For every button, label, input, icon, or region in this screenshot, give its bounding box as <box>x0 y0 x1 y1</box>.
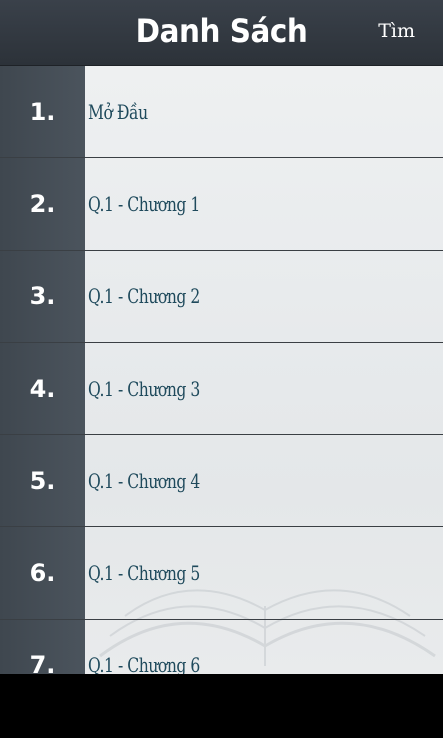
chapter-title-cell: Q.1 - Chương 5 <box>85 527 443 618</box>
chapter-title-cell: Q.1 - Chương 1 <box>85 158 443 249</box>
bottom-bar <box>0 674 443 738</box>
chapter-title-cell: Q.1 - Chương 4 <box>85 435 443 526</box>
chapter-number: 4. <box>0 342 85 435</box>
chapter-number: 3. <box>0 250 85 342</box>
chapter-list[interactable]: 1. Mở Đầu 2. Q.1 - Chương 1 3. Q.1 - Chương 2… <box>0 66 443 674</box>
chapter-title: Q.1 - Chương 5 <box>88 561 200 586</box>
chapter-title: Q.1 - Chương 6 <box>88 653 200 674</box>
chapter-item[interactable]: 6. Q.1 - Chương 5 <box>0 527 443 620</box>
chapter-title: Q.1 - Chương 1 <box>88 191 200 216</box>
chapter-item[interactable]: 7. Q.1 - Chương 6 <box>0 619 443 674</box>
chapter-title: Q.1 - Chương 2 <box>88 284 200 309</box>
chapter-title: Q.1 - Chương 3 <box>88 376 200 401</box>
chapter-title: Q.1 - Chương 4 <box>88 468 200 493</box>
chapter-number: 5. <box>0 435 85 527</box>
top-bar: Danh Sách Tìm <box>0 0 443 66</box>
chapter-item[interactable]: 4. Q.1 - Chương 3 <box>0 342 443 436</box>
page-title: Danh Sách <box>135 12 308 50</box>
chapter-number: 1. <box>0 66 85 158</box>
chapter-item[interactable]: 5. Q.1 - Chương 4 <box>0 435 443 528</box>
chapter-number: 7. <box>0 619 85 674</box>
chapter-number: 6. <box>0 527 85 619</box>
chapter-number: 2. <box>0 158 85 250</box>
chapter-title-cell: Q.1 - Chương 6 <box>85 620 443 674</box>
chapter-title-cell: Q.1 - Chương 2 <box>85 251 443 342</box>
chapter-title-cell: Mở Đầu <box>85 66 443 157</box>
search-button[interactable]: Tìm <box>378 20 415 42</box>
chapter-item[interactable]: 3. Q.1 - Chương 2 <box>0 250 443 343</box>
chapter-item[interactable]: 2. Q.1 - Chương 1 <box>0 158 443 251</box>
chapter-title: Mở Đầu <box>88 99 148 124</box>
chapter-title-cell: Q.1 - Chương 3 <box>85 343 443 434</box>
app-screen: Danh Sách Tìm 1. Mở Đầu 2. Q.1 - Chương 1 3.… <box>0 0 443 738</box>
chapter-item[interactable]: 1. Mở Đầu <box>0 66 443 159</box>
chapter-rows: 1. Mở Đầu 2. Q.1 - Chương 1 3. Q.1 - Chương 2… <box>0 66 443 674</box>
